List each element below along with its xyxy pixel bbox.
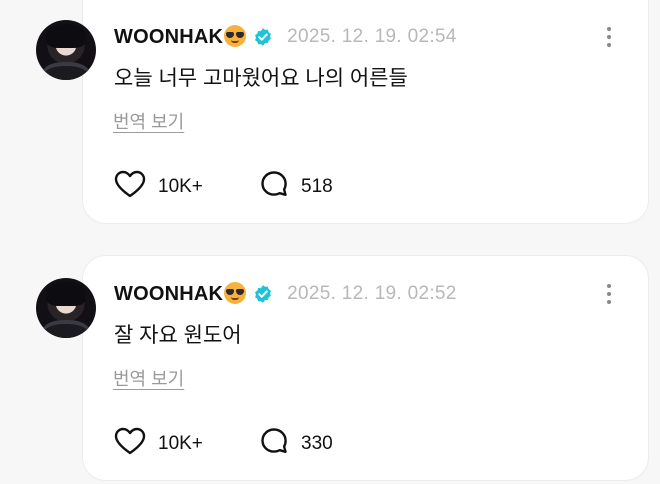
verified-badge-icon: [253, 27, 273, 47]
post-actions: 10K+ 518: [114, 169, 333, 204]
avatar[interactable]: [36, 20, 96, 80]
username[interactable]: WOONHAK: [114, 283, 223, 306]
translate-link[interactable]: 번역 보기: [113, 365, 184, 391]
comment-bubble-icon: [259, 169, 289, 204]
post-header: WOONHAK 2025. 12. 19. 02:54: [114, 24, 457, 50]
comment-count: 518: [301, 175, 333, 197]
comment-button[interactable]: 518: [259, 169, 333, 204]
like-button[interactable]: 10K+: [114, 427, 259, 460]
post-feed: WOONHAK 2025. 12. 19. 02:54 오늘 너무 고마웠어요 …: [0, 0, 660, 484]
comment-bubble-icon: [259, 426, 289, 461]
more-options-icon[interactable]: [600, 281, 618, 307]
heart-icon: [114, 427, 146, 460]
avatar[interactable]: [36, 278, 96, 338]
comment-button[interactable]: 330: [259, 426, 333, 461]
translate-link[interactable]: 번역 보기: [113, 108, 184, 134]
post-text: 오늘 너무 고마웠어요 나의 어른들: [114, 67, 408, 90]
post-timestamp: 2025. 12. 19. 02:52: [287, 283, 457, 304]
comment-count: 330: [301, 432, 333, 454]
verified-badge-icon: [253, 284, 273, 304]
like-button[interactable]: 10K+: [114, 170, 259, 203]
more-options-icon[interactable]: [600, 24, 618, 50]
post-header: WOONHAK 2025. 12. 19. 02:52: [114, 281, 457, 307]
sunglasses-emoji-icon: [224, 282, 247, 304]
post-text: 잘 자요 원도어: [114, 324, 242, 347]
heart-icon: [114, 170, 146, 203]
like-count: 10K+: [158, 175, 203, 197]
post-actions: 10K+ 330: [114, 426, 333, 461]
post-timestamp: 2025. 12. 19. 02:54: [287, 26, 457, 47]
like-count: 10K+: [158, 432, 203, 454]
sunglasses-emoji-icon: [224, 25, 247, 47]
username[interactable]: WOONHAK: [114, 26, 223, 49]
